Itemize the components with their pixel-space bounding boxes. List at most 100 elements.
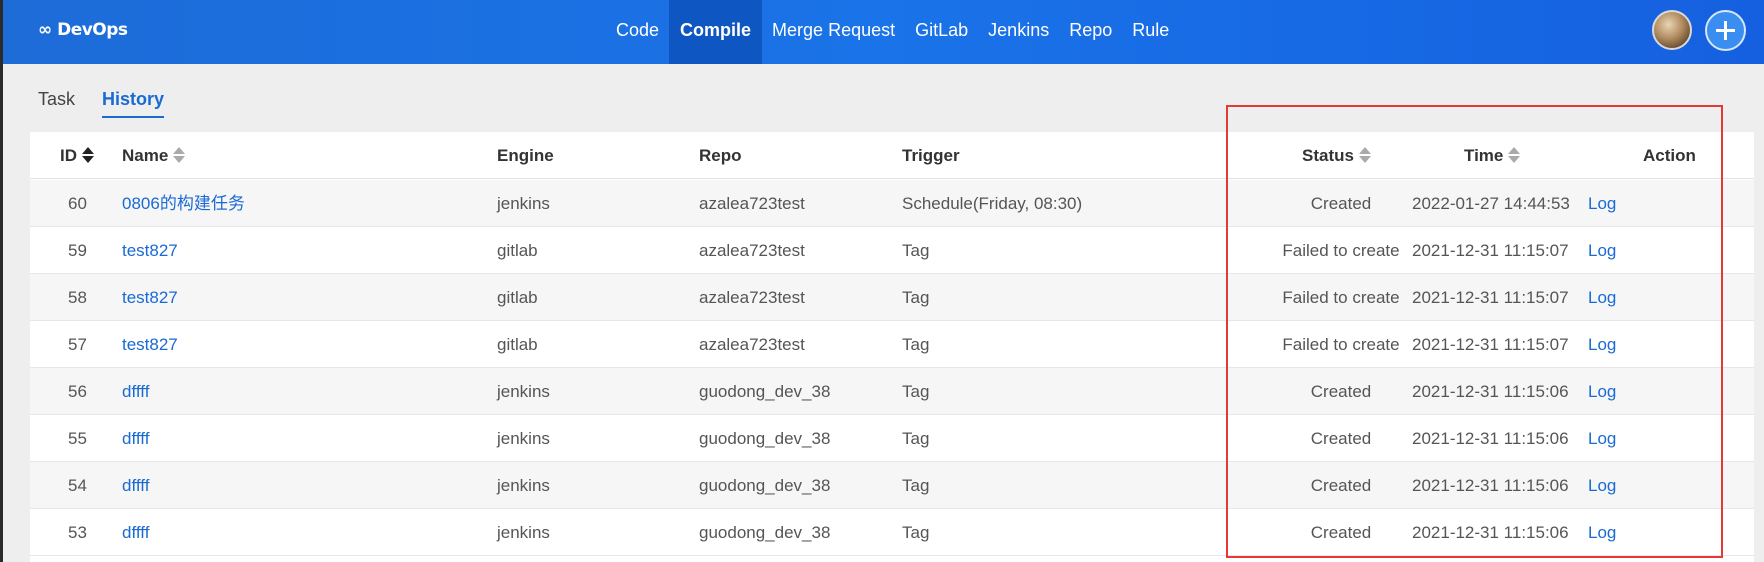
- log-link[interactable]: Log: [1588, 509, 1616, 556]
- cell-repo: azalea723test: [699, 194, 805, 213]
- sort-icon[interactable]: [82, 146, 94, 164]
- add-button[interactable]: [1705, 10, 1746, 51]
- log-link[interactable]: Log: [1588, 462, 1616, 509]
- column-header-time[interactable]: Time: [1464, 132, 1521, 179]
- cell-trigger: Tag: [902, 335, 930, 354]
- cell-repo: guodong_dev_38: [699, 523, 831, 542]
- table-row: 57 test827 gitlab azalea723test Tag Fail…: [30, 321, 1754, 368]
- log-link[interactable]: Log: [1588, 227, 1616, 274]
- sort-icon[interactable]: [173, 146, 186, 164]
- cell-repo: azalea723test: [699, 241, 805, 260]
- column-header-status[interactable]: Status: [1302, 132, 1371, 179]
- column-header-action: Action: [1643, 146, 1696, 165]
- log-link[interactable]: Log: [1588, 321, 1616, 368]
- column-header-repo: Repo: [699, 146, 742, 165]
- cell-id: 54: [68, 476, 87, 495]
- nav-item-merge-request[interactable]: Merge Request: [762, 0, 905, 64]
- table-row: 55 dffff jenkins guodong_dev_38 Tag Crea…: [30, 415, 1754, 462]
- cell-time: 2021-12-31 11:15:06: [1412, 523, 1569, 542]
- column-header-name[interactable]: Name: [122, 132, 186, 179]
- nav-item-compile[interactable]: Compile: [669, 0, 763, 64]
- cell-id: 57: [68, 335, 87, 354]
- cell-time: 2021-12-31 11:15:07: [1412, 241, 1569, 260]
- table-row: 54 dffff jenkins guodong_dev_38 Tag Crea…: [30, 462, 1754, 509]
- task-name-link[interactable]: dffff: [122, 462, 149, 509]
- main-nav: Code Compile Merge Request GitLab Jenkin…: [606, 0, 1179, 64]
- nav-item-repo[interactable]: Repo: [1059, 0, 1122, 64]
- table-row: 56 dffff jenkins guodong_dev_38 Tag Crea…: [30, 368, 1754, 415]
- cell-status: Failed to create: [1282, 335, 1400, 354]
- nav-item-rule[interactable]: Rule: [1122, 0, 1179, 64]
- cell-engine: jenkins: [497, 382, 550, 401]
- column-header-trigger: Trigger: [902, 146, 960, 165]
- cell-engine: jenkins: [497, 194, 550, 213]
- sort-icon[interactable]: [1358, 146, 1371, 164]
- page-tabs: Task History: [38, 84, 165, 118]
- cell-repo: guodong_dev_38: [699, 382, 831, 401]
- log-link[interactable]: Log: [1588, 180, 1616, 227]
- task-name-link[interactable]: test827: [122, 321, 178, 368]
- task-name-link[interactable]: test827: [122, 274, 178, 321]
- log-link[interactable]: Log: [1588, 415, 1616, 462]
- cell-status: Created: [1310, 429, 1372, 448]
- cell-repo: azalea723test: [699, 288, 805, 307]
- cell-repo: guodong_dev_38: [699, 429, 831, 448]
- cell-engine: gitlab: [497, 335, 538, 354]
- column-header-engine: Engine: [497, 146, 554, 165]
- sort-icon[interactable]: [1508, 146, 1521, 164]
- column-header-time-label: Time: [1464, 146, 1504, 165]
- cell-time: 2021-12-31 11:15:06: [1412, 382, 1569, 401]
- cell-id: 59: [68, 241, 87, 260]
- cell-status: Created: [1310, 194, 1372, 213]
- nav-item-code[interactable]: Code: [606, 0, 669, 64]
- column-header-status-label: Status: [1302, 146, 1354, 165]
- cell-engine: jenkins: [497, 476, 550, 495]
- cell-time: 2021-12-31 11:15:07: [1412, 335, 1569, 354]
- cell-trigger: Tag: [902, 288, 930, 307]
- task-name-link[interactable]: dffff: [122, 368, 149, 415]
- log-link[interactable]: Log: [1588, 274, 1616, 321]
- table-header: ID Name Engine Repo Trigger Status Time …: [30, 132, 1754, 179]
- cell-engine: gitlab: [497, 288, 538, 307]
- cell-status: Created: [1310, 382, 1372, 401]
- cell-engine: gitlab: [497, 241, 538, 260]
- cell-time: 2021-12-31 11:15:07: [1412, 288, 1569, 307]
- cell-id: 55: [68, 429, 87, 448]
- cell-status: Created: [1310, 523, 1372, 542]
- task-name-link[interactable]: test827: [122, 227, 178, 274]
- cell-trigger: Tag: [902, 241, 930, 260]
- nav-item-jenkins[interactable]: Jenkins: [978, 0, 1059, 64]
- cell-status: Failed to create: [1282, 241, 1400, 260]
- cell-time: 2022-01-27 14:44:53: [1412, 194, 1570, 213]
- cell-time: 2021-12-31 11:15:06: [1412, 429, 1569, 448]
- cell-time: 2021-12-31 11:15:06: [1412, 476, 1569, 495]
- window-edge: [0, 0, 3, 562]
- task-name-link[interactable]: dffff: [122, 509, 149, 556]
- cell-id: 56: [68, 382, 87, 401]
- log-link[interactable]: Log: [1588, 368, 1616, 415]
- column-header-id-label: ID: [60, 146, 77, 165]
- task-name-link[interactable]: dffff: [122, 415, 149, 462]
- column-header-id[interactable]: ID: [60, 132, 94, 179]
- task-name-link[interactable]: 0806的构建任务: [122, 180, 245, 227]
- cell-trigger: Tag: [902, 382, 930, 401]
- cell-id: 53: [68, 523, 87, 542]
- top-navigation-bar: ∞ DevOps Code Compile Merge Request GitL…: [0, 0, 1764, 64]
- cell-trigger: Tag: [902, 429, 930, 448]
- tab-task[interactable]: Task: [38, 84, 75, 118]
- cell-status: Failed to create: [1282, 288, 1400, 307]
- cell-trigger: Tag: [902, 523, 930, 542]
- cell-repo: guodong_dev_38: [699, 476, 831, 495]
- column-header-name-label: Name: [122, 146, 169, 165]
- user-avatar[interactable]: [1652, 10, 1692, 50]
- tab-history[interactable]: History: [102, 84, 165, 118]
- nav-item-gitlab[interactable]: GitLab: [905, 0, 978, 64]
- cell-id: 60: [68, 194, 87, 213]
- app-logo[interactable]: ∞ DevOps: [38, 20, 128, 40]
- table-row: 53 dffff jenkins guodong_dev_38 Tag Crea…: [30, 509, 1754, 556]
- cell-trigger: Tag: [902, 476, 930, 495]
- table-row: 60 0806的构建任务 jenkins azalea723test Sched…: [30, 180, 1754, 227]
- plus-icon: [1716, 21, 1735, 40]
- cell-status: Created: [1310, 476, 1372, 495]
- cell-repo: azalea723test: [699, 335, 805, 354]
